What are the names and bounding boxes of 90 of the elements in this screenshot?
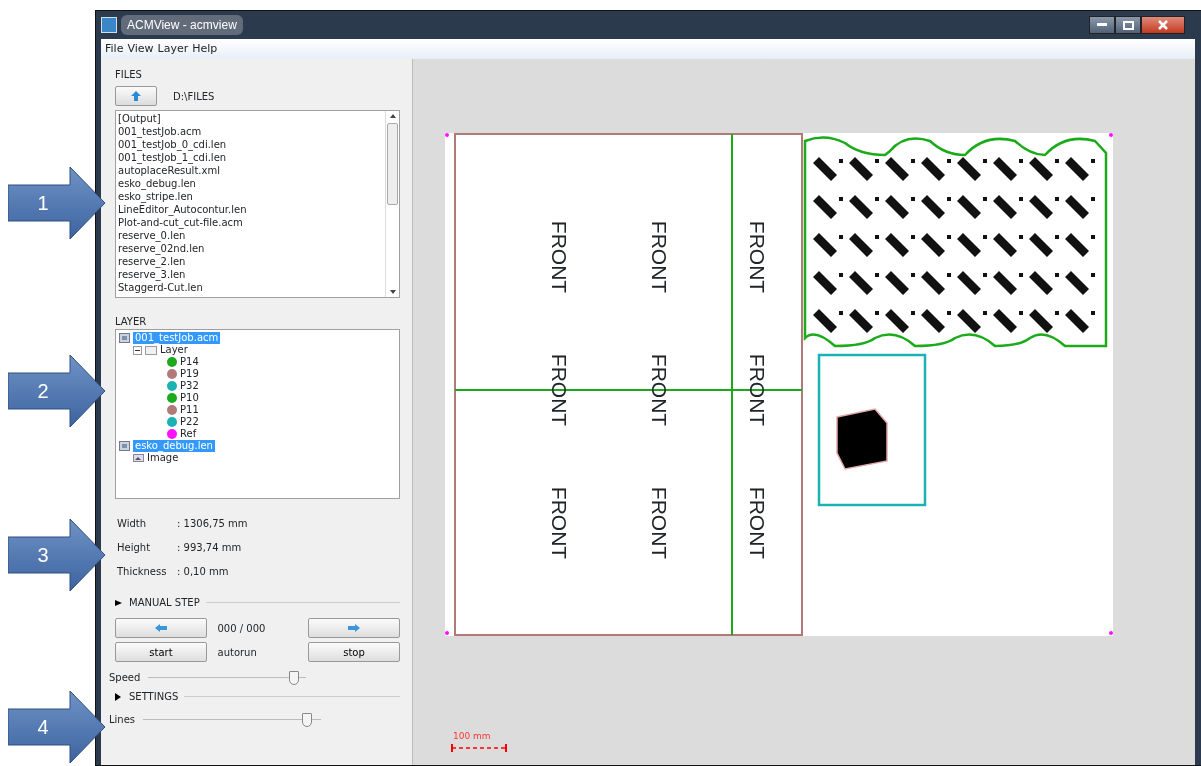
menu-item[interactable]: Layer	[155, 40, 191, 58]
property-value: : 1306,75 mm	[177, 516, 248, 531]
right-arrow-icon	[348, 624, 360, 632]
image-icon	[133, 454, 144, 462]
tree-item[interactable]: P11	[180, 404, 199, 416]
maximize-icon	[1122, 20, 1134, 30]
front-label: FRONT	[548, 220, 570, 294]
tree-item[interactable]: P14	[180, 356, 199, 368]
front-label: FRONT	[648, 220, 670, 294]
previous-button[interactable]	[115, 618, 207, 638]
front-label: FRONT	[746, 220, 768, 294]
tree-item[interactable]: Layer	[160, 344, 188, 356]
scrollbar[interactable]	[385, 111, 399, 297]
register-mark	[445, 133, 449, 137]
filename-entry[interactable]: reserve_0.len	[118, 229, 383, 242]
slider-thumb[interactable]	[288, 670, 299, 685]
expander-icon[interactable]	[115, 692, 123, 701]
property-value: : 993,74 mm	[177, 540, 242, 555]
slider-thumb[interactable]	[301, 712, 312, 727]
filename-entry[interactable]: 001_testJob_0_cdi.len	[118, 138, 383, 151]
mode-label: autorun	[217, 645, 258, 660]
file-icon	[119, 333, 130, 343]
front-label: FRONT	[746, 353, 768, 427]
front-label: FRONT	[648, 353, 670, 427]
section-heading: MANUAL STEP	[129, 596, 200, 610]
scale-label: 100 mm	[453, 730, 491, 743]
property-label: Height	[117, 540, 152, 555]
filename-entry[interactable]: 001_testJob.acm	[118, 125, 383, 138]
callout-arrow: 3	[8, 518, 106, 592]
slider-label: Lines	[109, 713, 136, 727]
tree-item[interactable]: P32	[180, 380, 199, 392]
filename-entry[interactable]: [Output]	[118, 112, 383, 125]
callout-arrow: 1	[8, 166, 106, 240]
filename-entry[interactable]: esko_debug.len	[118, 177, 383, 190]
app-icon	[101, 17, 117, 33]
folder-icon	[145, 345, 157, 355]
minimize-icon	[1097, 23, 1107, 27]
expander-icon[interactable]	[115, 598, 123, 607]
up-folder-button[interactable]	[115, 86, 157, 106]
close-icon	[1158, 20, 1168, 30]
left-arrow-icon	[155, 624, 167, 632]
callout-arrow: 4	[8, 690, 106, 764]
menu-item[interactable]: View	[125, 40, 156, 58]
label-shape	[836, 408, 888, 470]
front-label: FRONT	[648, 486, 670, 560]
stop-button[interactable]: stop	[308, 642, 400, 662]
close-button[interactable]	[1141, 16, 1185, 34]
window-title: ACMView - acmview	[121, 15, 243, 35]
folder-path: D:\FILES	[173, 89, 215, 104]
front-label: FRONT	[746, 486, 768, 560]
front-label: FRONT	[548, 486, 570, 560]
property-label: Thickness	[117, 564, 168, 579]
next-button[interactable]	[308, 618, 400, 638]
tree-item[interactable]: Image	[147, 452, 179, 464]
start-button[interactable]: start	[115, 642, 207, 662]
maximize-button[interactable]	[1115, 16, 1141, 34]
tree-item[interactable]: P22	[180, 416, 199, 428]
tree-item[interactable]: Ref	[180, 428, 197, 440]
scale-bar	[451, 744, 507, 752]
filename-entry[interactable]: 001_testJob_1_cdi.len	[118, 151, 383, 164]
filename-entry[interactable]: reserve_3.len	[118, 268, 383, 281]
section-heading: LAYER	[115, 315, 148, 329]
step-counter: 000 / 000	[217, 621, 267, 636]
property-label: Width	[117, 516, 148, 531]
filename-entry[interactable]: reserve_02nd.len	[118, 242, 383, 255]
section-heading: SETTINGS	[129, 690, 179, 704]
minimize-button[interactable]	[1089, 16, 1115, 34]
front-label: FRONT	[548, 353, 570, 427]
register-mark	[445, 631, 449, 635]
menu-item[interactable]: File	[103, 40, 126, 58]
register-mark	[1109, 631, 1113, 635]
slider-track[interactable]	[143, 712, 322, 727]
filename-entry[interactable]: Staggerd-Cut.len	[118, 281, 383, 294]
tree-item[interactable]: P10	[180, 392, 199, 404]
file-icon	[119, 441, 130, 451]
tree-item[interactable]: P19	[180, 368, 199, 380]
slider-track[interactable]	[148, 670, 307, 685]
filename-entry[interactable]: LineEditor_Autocontur.len	[118, 203, 383, 216]
filename-entry[interactable]: reserve_2.len	[118, 255, 383, 268]
section-heading: FILES	[115, 68, 143, 82]
filename-entry[interactable]: esko_stripe.len	[118, 190, 383, 203]
filename-entry[interactable]: autoplaceResult.xml	[118, 164, 383, 177]
up-arrow-icon	[130, 90, 142, 102]
property-value: : 0,10 mm	[177, 564, 229, 579]
filename-entry[interactable]: Plot-and-cut_cut-file.acm	[118, 216, 383, 229]
slider-label: Speed	[109, 671, 141, 685]
expander-icon[interactable]	[133, 345, 142, 355]
register-mark	[1109, 133, 1113, 137]
callout-arrow: 2	[8, 354, 106, 428]
menu-item[interactable]: Help	[190, 40, 220, 58]
